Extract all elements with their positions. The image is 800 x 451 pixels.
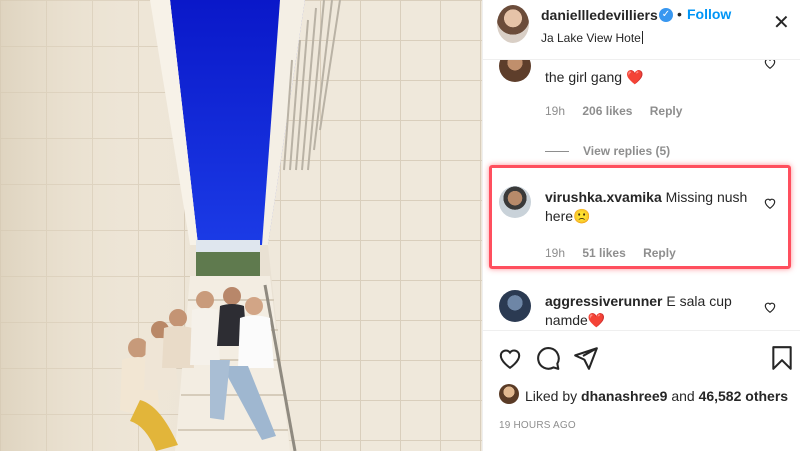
view-replies-label: View replies (5) [583, 144, 671, 158]
post-sidebar: daniellledevilliers ✓ • Follow Ja Lake V… [482, 0, 800, 451]
liked-and: and [671, 388, 695, 404]
reply-button[interactable]: Reply [650, 104, 683, 118]
heart-icon[interactable] [763, 60, 777, 70]
comment-text: virushka.xvamika Missing nush here🙁 [545, 188, 755, 226]
separator-dot: • [677, 6, 682, 22]
post-timestamp: 19 HOURS AGO [499, 420, 576, 431]
author-username[interactable]: daniellledevilliers [541, 7, 658, 23]
heart-icon[interactable] [763, 300, 777, 314]
post-header: daniellledevilliers ✓ • Follow Ja Lake V… [483, 0, 800, 60]
comment-username[interactable]: virushka.xvamika [545, 189, 662, 205]
heart-icon[interactable] [497, 345, 523, 371]
comment-avatar[interactable] [499, 60, 531, 82]
comment-time: 19h [545, 104, 566, 118]
share-icon[interactable] [573, 345, 599, 371]
comment-list: the girl gang ❤️ 19h 206 likes Reply Vie… [483, 60, 800, 330]
text-caret [641, 31, 643, 44]
reply-button[interactable]: Reply [643, 246, 676, 260]
author-avatar[interactable] [497, 5, 529, 43]
post-actions: Liked by dhanashree9 and 46,582 others 1… [483, 330, 800, 451]
post-photo [0, 0, 482, 451]
liked-by-text[interactable]: Liked by dhanashree9 and 46,582 others [525, 388, 788, 404]
replies-line [545, 151, 569, 153]
liker-avatar[interactable] [499, 384, 519, 404]
liked-user[interactable]: dhanashree9 [581, 388, 667, 404]
comment-meta: 19h 206 likes Reply [545, 104, 696, 118]
comment-icon[interactable] [535, 345, 561, 371]
comment-username[interactable]: aggressiverunner [545, 293, 663, 309]
bookmark-icon[interactable] [769, 345, 795, 371]
comment-likes[interactable]: 51 likes [582, 246, 625, 260]
comment-avatar[interactable] [499, 290, 531, 322]
comment-likes[interactable]: 206 likes [582, 104, 632, 118]
comment-text: the girl gang ❤️ [545, 68, 765, 87]
follow-button[interactable]: Follow [687, 6, 731, 22]
location-label[interactable]: Ja Lake View Hote [541, 31, 643, 45]
verified-badge-icon: ✓ [659, 8, 673, 22]
comment-time: 19h [545, 246, 566, 260]
close-icon[interactable]: ✕ [773, 10, 790, 35]
comment-body: the girl gang ❤️ [545, 69, 644, 85]
location-text: Ja Lake View Hote [541, 31, 641, 45]
liked-prefix: Liked by [525, 388, 578, 404]
comment-avatar[interactable] [499, 186, 531, 218]
heart-icon[interactable] [763, 196, 777, 210]
liked-others[interactable]: 46,582 others [699, 388, 789, 404]
view-replies-button[interactable]: View replies (5) [545, 144, 670, 158]
comment-text: aggressiverunner E sala cup namde❤️ [545, 292, 755, 330]
comment-meta: 19h 51 likes Reply [545, 246, 690, 260]
